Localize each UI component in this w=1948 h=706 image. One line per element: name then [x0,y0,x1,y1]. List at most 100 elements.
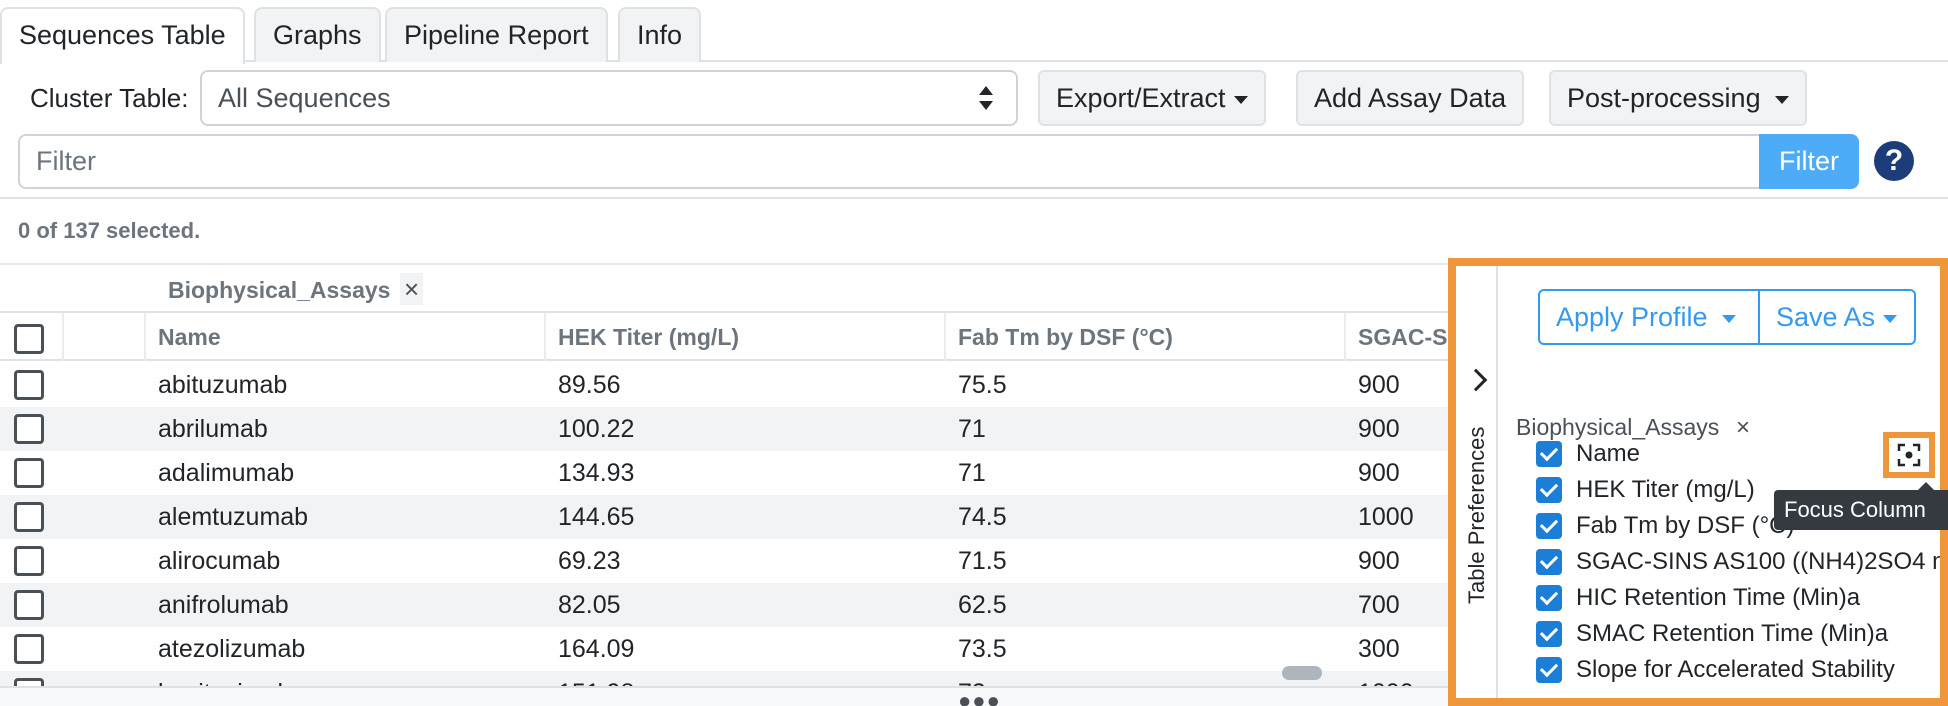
cell-hek: 82.05 [558,591,621,619]
header-fab-tm[interactable]: Fab Tm by DSF (°C) [944,313,1344,361]
header-name[interactable]: Name [144,313,544,361]
checkbox-checked[interactable] [1536,513,1562,539]
table-row[interactable]: alemtuzumab 144.65 74.5 1000 [0,495,1450,539]
ellipsis-icon[interactable]: ●●● [958,688,1001,706]
checkbox-checked[interactable] [1536,549,1562,575]
row-checkbox[interactable] [14,414,44,444]
cell-hek: 89.56 [558,371,621,399]
column-toggle-label: HEK Titer (mg/L) [1576,476,1755,503]
tab-bar: Sequences Table Graphs Pipeline Report I… [0,7,1948,64]
caret-down-icon [1233,95,1248,104]
cell-sgac: 900 [1358,459,1400,487]
scrollbar-thumb[interactable] [1282,666,1322,680]
cluster-table-value: All Sequences [218,83,391,113]
cell-hek: 100.22 [558,415,635,443]
focus-column-button[interactable] [1883,432,1935,478]
save-as-label: Save As [1776,302,1876,332]
save-as-button[interactable]: Save As [1758,289,1916,345]
checkbox-checked[interactable] [1536,621,1562,647]
table-row[interactable]: bavituximab 151.98 73 1000 [0,671,1450,686]
row-checkbox[interactable] [14,634,44,664]
cell-hek: 134.93 [558,459,635,487]
cell-sgac: 300 [1358,635,1400,663]
table-row[interactable]: adalimumab 134.93 71 900 [0,451,1450,495]
divider [0,197,1948,199]
row-checkbox[interactable] [14,590,44,620]
caret-down-icon [1774,95,1789,104]
cell-name: anifrolumab [158,591,289,619]
tab-sequences-table[interactable]: Sequences Table [0,7,245,64]
export-extract-button[interactable]: Export/Extract [1038,70,1266,126]
checkbox-checked[interactable] [1536,585,1562,611]
cluster-table-select[interactable]: All Sequences [200,70,1018,126]
table-preferences-panel: Table Preferences Apply Profile Save As … [1448,258,1948,706]
table-row[interactable]: abituzumab 89.56 75.5 900 [0,363,1450,407]
cluster-table-label: Cluster Table: [30,83,189,113]
row-checkbox[interactable] [14,458,44,488]
cell-fab: 73 [958,671,986,686]
caret-down-icon [1721,314,1736,323]
add-assay-data-button[interactable]: Add Assay Data [1296,70,1525,126]
table-row[interactable]: abrilumab 100.22 71 900 [0,407,1450,451]
cell-sgac: 900 [1358,415,1400,443]
column-toggle-label: Slope for Accelerated Stability [1576,656,1895,683]
help-icon[interactable]: ? [1874,141,1914,181]
tab-pipeline-report[interactable]: Pipeline Report [385,7,608,62]
row-checkbox[interactable] [14,678,44,686]
tab-info[interactable]: Info [618,7,702,62]
caret-down-icon [1883,314,1898,323]
checkbox-checked[interactable] [1536,657,1562,683]
header-sgac[interactable]: SGAC-S [1344,313,1450,361]
cell-fab: 75.5 [958,371,1007,399]
select-all-checkbox[interactable] [14,324,44,354]
cell-fab: 71 [958,415,986,443]
cell-name: bavituximab [158,671,291,686]
row-checkbox[interactable] [14,502,44,532]
cell-name: alemtuzumab [158,503,309,531]
cell-sgac: 900 [1358,371,1400,399]
filter-input[interactable]: Filter [18,134,1762,189]
row-checkbox[interactable] [14,546,44,576]
column-toggle-label: SGAC-SINS AS100 ((NH4)2SO4 m [1576,548,1940,575]
cell-name: abrilumab [158,415,268,443]
filter-button[interactable]: Filter [1759,134,1859,189]
sequences-table: Name HEK Titer (mg/L) Fab Tm by DSF (°C)… [0,313,1450,686]
cell-sgac: 700 [1358,591,1400,619]
cell-sgac: 1000 [1358,503,1414,531]
cell-name: adalimumab [158,459,295,487]
chevron-right-icon [1464,368,1488,392]
tab-graphs[interactable]: Graphs [254,7,381,62]
cell-sgac: 1000 [1358,671,1414,686]
table-row[interactable]: alirocumab 69.23 71.5 900 [0,539,1450,583]
cell-fab: 71 [958,459,986,487]
table-row[interactable]: atezolizumab 164.09 73.5 300 [0,627,1450,671]
focus-column-icon [1897,443,1921,467]
cell-name: alirocumab [158,547,281,575]
cell-fab: 73.5 [958,635,1007,663]
remove-group-button[interactable]: × [400,273,424,305]
column-toggle-label: Fab Tm by DSF (°C) [1576,512,1795,539]
apply-profile-button[interactable]: Apply Profile [1538,289,1760,345]
focus-column-tooltip: Focus Column [1774,482,1948,530]
column-group-row: Biophysical_Assays × [0,265,1450,313]
cell-fab: 71.5 [958,547,1007,575]
checkbox-checked[interactable] [1536,477,1562,503]
checkbox-checked[interactable] [1536,441,1562,467]
cell-sgac: 900 [1358,547,1400,575]
table-row[interactable]: anifrolumab 82.05 62.5 700 [0,583,1450,627]
header-spacer [62,313,144,361]
row-checkbox[interactable] [14,370,44,400]
cell-hek: 69.23 [558,547,621,575]
column-toggle-label: SMAC Retention Time (Min)a [1576,620,1889,647]
horizontal-scrollbar[interactable] [0,686,1450,706]
table-header: Name HEK Titer (mg/L) Fab Tm by DSF (°C)… [0,313,1450,361]
post-processing-button[interactable]: Post-processing [1549,70,1807,126]
up-down-arrows-icon [979,86,993,110]
selection-status: 0 of 137 selected. [18,218,201,243]
cell-fab: 74.5 [958,503,1007,531]
cell-fab: 62.5 [958,591,1007,619]
cell-name: atezolizumab [158,635,306,663]
post-processing-label: Post-processing [1567,83,1761,113]
cell-hek: 151.98 [558,671,634,686]
header-hek-titer[interactable]: HEK Titer (mg/L) [544,313,944,361]
